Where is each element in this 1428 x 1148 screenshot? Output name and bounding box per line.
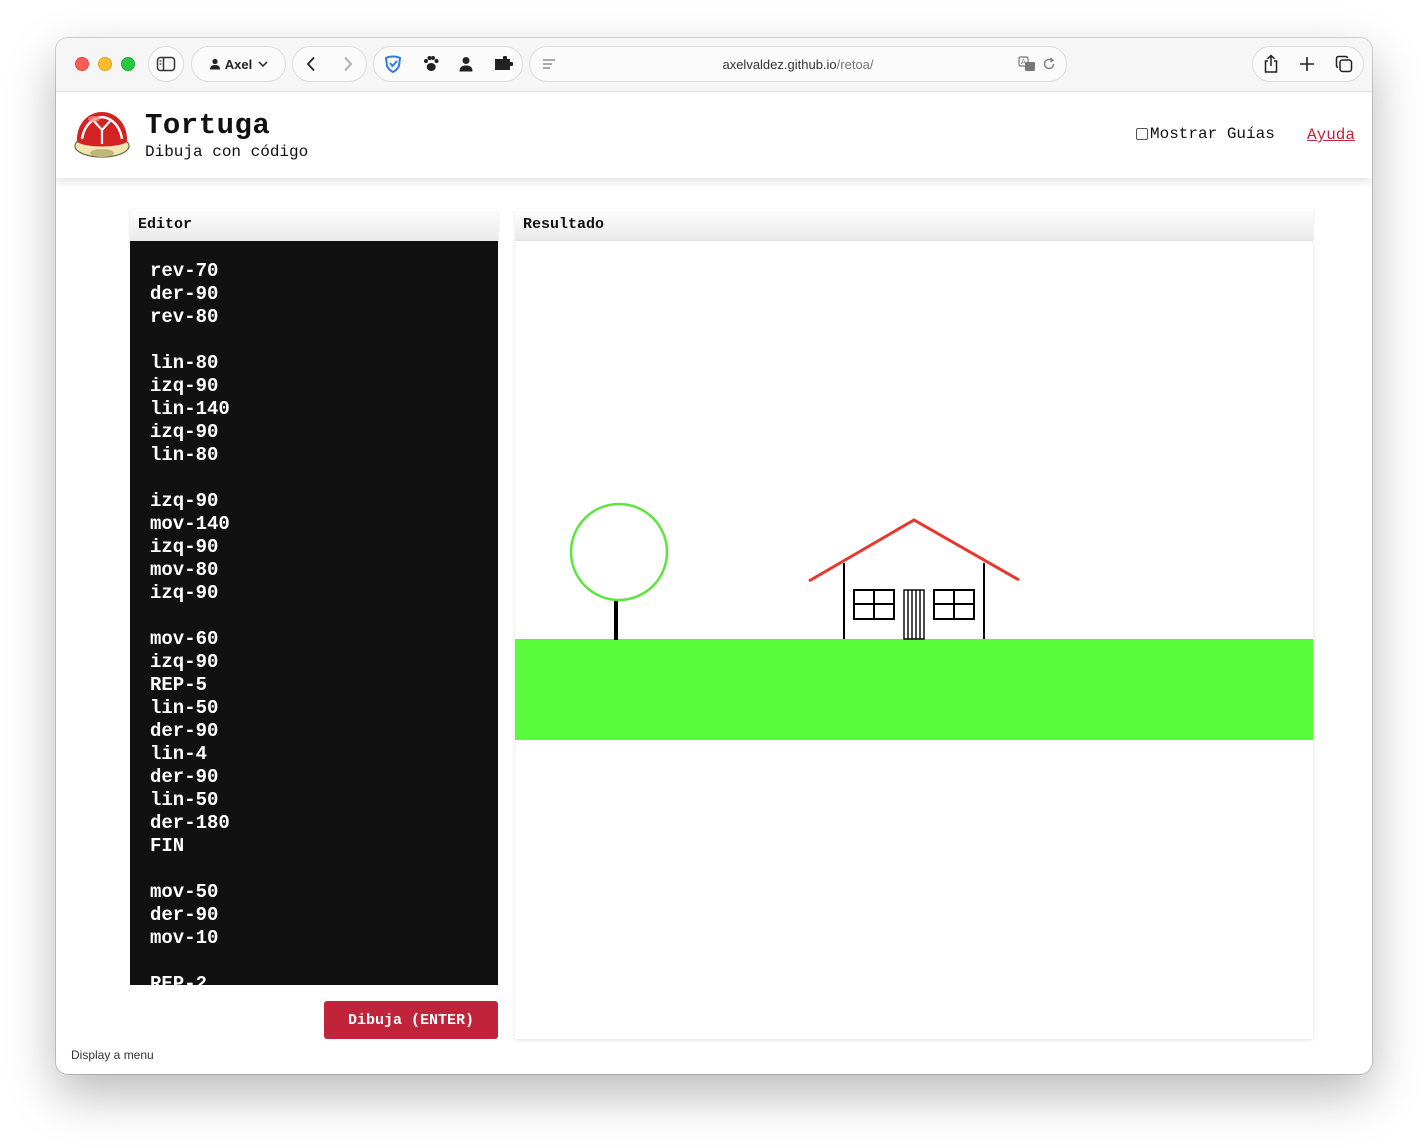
code-line: izq-90 — [150, 536, 219, 558]
extensions-bar — [373, 46, 523, 82]
browser-window: Axel axelvaldez.github.io/retoa/ A Tortu… — [56, 38, 1372, 1074]
navigation-buttons — [292, 46, 367, 82]
code-line: lin-4 — [150, 743, 208, 765]
editor-panel-title: Editor — [130, 209, 498, 241]
url-path: /retoa/ — [836, 57, 874, 72]
code-line: izq-90 — [150, 490, 219, 512]
sidebar-icon — [156, 56, 176, 72]
reload-icon[interactable] — [1042, 57, 1056, 71]
code-line: lin-140 — [150, 398, 230, 420]
code-line: der-90 — [150, 283, 219, 305]
app-subtitle: Dibuja con código — [145, 143, 309, 161]
profile-button[interactable]: Axel — [191, 46, 286, 82]
code-line: REP-5 — [150, 674, 208, 696]
house-right-window — [933, 589, 975, 620]
plus-icon[interactable] — [1299, 56, 1315, 72]
svg-text:A: A — [1021, 58, 1026, 66]
person-icon — [209, 58, 220, 70]
share-icon[interactable] — [1263, 54, 1279, 74]
grass-ground — [515, 639, 1313, 740]
code-line: mov-10 — [150, 927, 219, 949]
guides-label: Mostrar Guías — [1150, 125, 1275, 143]
code-line: mov-140 — [150, 513, 230, 535]
status-hint: Display a menu — [71, 1048, 154, 1062]
code-editor[interactable]: rev-70 der-90 rev-80 lin-80 izq-90 lin-140 izq… — [130, 241, 498, 985]
house-roof — [808, 518, 1020, 583]
code-line: lin-80 — [150, 352, 219, 374]
shield-extension-icon[interactable] — [383, 55, 403, 73]
puzzle-extension-icon[interactable] — [493, 56, 513, 72]
tree-crown — [569, 502, 669, 602]
code-line: mov-60 — [150, 628, 219, 650]
house-door — [903, 589, 925, 640]
zoom-window-button[interactable] — [121, 57, 135, 71]
tab-overview-icon[interactable] — [1335, 55, 1353, 73]
paw-icon[interactable] — [422, 55, 440, 73]
code-line: izq-90 — [150, 582, 219, 604]
translate-icon[interactable]: A — [1018, 56, 1036, 72]
profile-name: Axel — [224, 56, 253, 72]
back-arrow-icon[interactable] — [306, 56, 316, 72]
address-bar[interactable]: axelvaldez.github.io/retoa/ A — [529, 46, 1067, 82]
code-line: izq-90 — [150, 421, 219, 443]
code-line: der-90 — [150, 904, 219, 926]
code-line: der-180 — [150, 812, 230, 834]
code-line: lin-80 — [150, 444, 219, 466]
code-line: rev-70 — [150, 260, 219, 282]
turtle-shell-logo-icon — [74, 112, 130, 158]
close-window-button[interactable] — [75, 57, 89, 71]
forward-arrow-icon[interactable] — [343, 56, 353, 72]
sidebar-toggle-button[interactable] — [148, 46, 184, 82]
person-icon[interactable] — [458, 56, 474, 72]
guides-checkbox[interactable] — [1136, 128, 1148, 140]
chevron-down-icon — [258, 60, 268, 67]
code-line: der-90 — [150, 766, 219, 788]
show-guides-toggle[interactable]: Mostrar Guías — [1136, 125, 1275, 143]
result-canvas — [515, 241, 1313, 1039]
house-left-window — [853, 589, 895, 620]
code-line: mov-50 — [150, 881, 219, 903]
minimize-window-button[interactable] — [98, 57, 112, 71]
code-line: izq-90 — [150, 651, 219, 673]
draw-button[interactable]: Dibuja (ENTER) — [324, 1001, 498, 1039]
code-line: mov-80 — [150, 559, 219, 581]
code-line: FIN — [150, 835, 185, 857]
browser-toolbar: Axel axelvaldez.github.io/retoa/ A — [56, 38, 1372, 92]
code-line: lin-50 — [150, 697, 219, 719]
result-panel-title: Resultado — [515, 209, 1313, 241]
url-text: axelvaldez.github.io/retoa/ — [530, 57, 1066, 72]
app-title: Tortuga — [145, 109, 271, 142]
url-host: axelvaldez.github.io — [722, 57, 837, 72]
help-link[interactable]: Ayuda — [1307, 126, 1355, 144]
code-line: REP-2 — [150, 973, 208, 985]
code-line: lin-50 — [150, 789, 219, 811]
code-line: izq-90 — [150, 375, 219, 397]
window-actions — [1252, 46, 1364, 82]
app-header: Tortuga Dibuja con código Mostrar Guías … — [56, 92, 1372, 178]
code-line: rev-80 — [150, 306, 219, 328]
code-lines: rev-70 der-90 rev-80 lin-80 izq-90 lin-140 izq… — [150, 260, 230, 985]
code-line: der-90 — [150, 720, 219, 742]
drawing-surface — [515, 502, 1313, 740]
